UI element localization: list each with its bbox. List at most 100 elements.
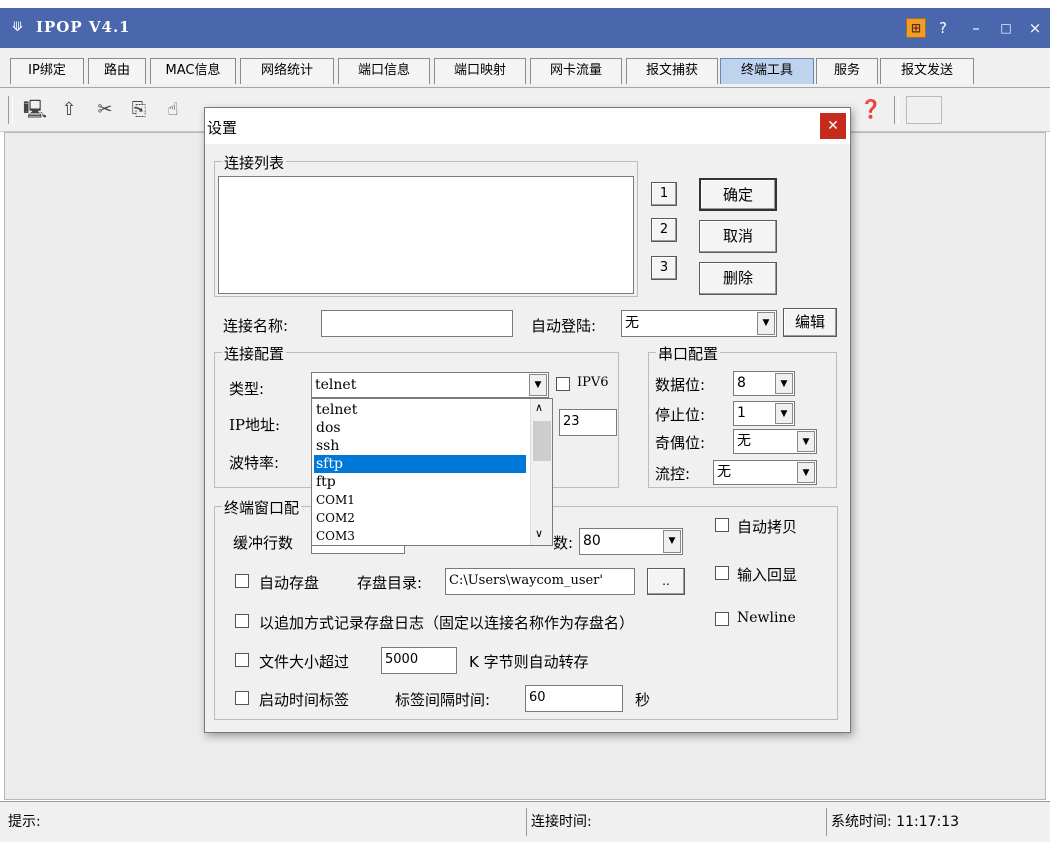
type-option-dos[interactable]: dos: [314, 419, 526, 437]
type-option-telnet[interactable]: telnet: [314, 401, 526, 419]
type-option-sftp[interactable]: sftp: [314, 455, 526, 473]
tab-port-info[interactable]: 端口信息: [338, 58, 430, 84]
tab-service[interactable]: 服务: [816, 58, 878, 84]
dialog-title: 设置: [207, 119, 238, 137]
ok-button[interactable]: 确定: [699, 178, 777, 211]
cut-icon[interactable]: ✂: [92, 98, 118, 122]
file-size-suffix: K 字节则自动转存: [469, 653, 589, 671]
type-select[interactable]: telnet ▼: [311, 372, 549, 398]
port-input[interactable]: 23: [559, 409, 617, 436]
type-option-ssh[interactable]: ssh: [314, 437, 526, 455]
upload-icon[interactable]: ⇧: [56, 98, 82, 122]
system-time-label: 系统时间:: [831, 814, 892, 830]
save-dir-input[interactable]: C:\Users\waycom_user': [445, 568, 635, 595]
type-value: telnet: [315, 377, 357, 393]
data-bits-select[interactable]: 8 ▼: [733, 371, 795, 396]
timestamp-checkbox[interactable]: [235, 691, 249, 705]
columns-select[interactable]: 80 ▼: [579, 528, 683, 555]
system-time-value: 11:17:13: [896, 814, 960, 830]
auto-copy-checkbox[interactable]: [715, 518, 729, 532]
auto-login-value: 无: [625, 315, 639, 331]
scroll-down-icon[interactable]: ∨: [535, 527, 543, 540]
dropdown-scrollbar[interactable]: ∧ ∨: [530, 399, 552, 545]
connection-1-button[interactable]: 1: [651, 182, 677, 206]
parity-select[interactable]: 无 ▼: [733, 429, 817, 454]
auto-save-label: 自动存盘: [259, 574, 320, 592]
connection-name-input[interactable]: [321, 310, 513, 337]
browse-button[interactable]: ..: [647, 568, 685, 595]
chevron-down-icon: ▼: [757, 312, 775, 335]
data-bits-value: 8: [737, 375, 746, 391]
help-button[interactable]: ?: [932, 17, 954, 39]
tab-terminal-tool[interactable]: 终端工具: [720, 58, 814, 84]
edit-button[interactable]: 编辑: [783, 308, 837, 337]
type-label: 类型:: [229, 380, 265, 398]
connection-3-button[interactable]: 3: [651, 256, 677, 280]
serial-config-legend: 串口配置: [656, 343, 721, 364]
status-connection-time: 连接时间:: [526, 808, 820, 836]
tab-net-stats[interactable]: 网络统计: [240, 58, 334, 84]
app-title: IPOP V4.1: [36, 18, 131, 36]
append-log-checkbox[interactable]: [235, 614, 249, 628]
interval-input[interactable]: 60: [525, 685, 623, 712]
input-echo-checkbox[interactable]: [715, 566, 729, 580]
tab-port-mapping[interactable]: 端口映射: [434, 58, 526, 84]
flow-control-select[interactable]: 无 ▼: [713, 460, 817, 485]
about-icon[interactable]: ⊞: [906, 18, 926, 38]
interval-unit: 秒: [635, 691, 651, 709]
tab-nic-traffic[interactable]: 网卡流量: [530, 58, 622, 84]
cancel-button[interactable]: 取消: [699, 220, 777, 253]
tab-ip-binding[interactable]: IP绑定: [10, 58, 84, 84]
chevron-down-icon: ▼: [663, 530, 681, 553]
type-dropdown-list[interactable]: telnet dos ssh sftp ftp COM1 COM2 COM3 ∧…: [311, 398, 553, 546]
minimize-button[interactable]: –: [965, 17, 987, 39]
toolbar-grip: [8, 96, 13, 124]
auto-login-label: 自动登陆:: [531, 317, 597, 335]
connection-listbox[interactable]: [218, 176, 634, 294]
tab-packet-send[interactable]: 报文发送: [880, 58, 974, 84]
auto-save-checkbox[interactable]: [235, 574, 249, 588]
stop-bits-label: 停止位:: [655, 406, 706, 424]
type-option-com1[interactable]: COM1: [314, 491, 526, 509]
copy-icon[interactable]: ⎘: [126, 98, 152, 122]
title-bar: ⟱ IPOP V4.1 ⊞ ? – □ ×: [0, 8, 1050, 48]
connection-2-button[interactable]: 2: [651, 218, 677, 242]
help-icon[interactable]: ❓: [858, 98, 884, 122]
ipv6-checkbox[interactable]: [556, 377, 570, 391]
close-button[interactable]: ×: [1024, 17, 1046, 39]
buffer-lines-label: 缓冲行数: [233, 534, 294, 552]
tab-route[interactable]: 路由: [88, 58, 146, 84]
delete-button[interactable]: 删除: [699, 262, 777, 295]
flow-control-label: 流控:: [655, 465, 691, 483]
save-dir-label: 存盘目录:: [357, 574, 423, 592]
stop-bits-select[interactable]: 1 ▼: [733, 401, 795, 426]
type-option-com2[interactable]: COM2: [314, 509, 526, 527]
new-connection-icon[interactable]: 🖳: [22, 98, 48, 122]
type-option-com3[interactable]: COM3: [314, 527, 526, 543]
tab-mac-info[interactable]: MAC信息: [150, 58, 236, 84]
connection-list-legend: 连接列表: [222, 152, 287, 173]
toolbar-separator: [894, 96, 899, 124]
chevron-down-icon: ▼: [797, 462, 815, 483]
dialog-close-button[interactable]: ✕: [820, 113, 846, 139]
hand-icon[interactable]: ☝: [160, 98, 186, 122]
parity-value: 无: [737, 433, 751, 449]
scroll-thumb[interactable]: [533, 421, 551, 461]
stop-bits-value: 1: [737, 405, 746, 421]
tab-packet-capture[interactable]: 报文捕获: [626, 58, 718, 84]
columns-label: 数:: [553, 534, 574, 552]
scroll-up-icon[interactable]: ∧: [535, 401, 543, 414]
toolbar-blank-box: [906, 96, 942, 124]
tab-bar: IP绑定 路由 MAC信息 网络统计 端口信息 端口映射 网卡流量 报文捕获 终…: [0, 48, 1050, 88]
file-size-input[interactable]: 5000: [381, 647, 457, 674]
append-log-label: 以追加方式记录存盘日志（固定以连接名称作为存盘名）: [259, 614, 635, 632]
file-size-checkbox[interactable]: [235, 653, 249, 667]
auto-login-select[interactable]: 无 ▼: [621, 310, 777, 337]
baud-rate-label: 波特率:: [229, 454, 280, 472]
type-option-ftp[interactable]: ftp: [314, 473, 526, 491]
parity-label: 奇偶位:: [655, 434, 706, 452]
chevron-down-icon: ▼: [775, 403, 793, 424]
newline-checkbox[interactable]: [715, 612, 729, 626]
interval-label: 标签间隔时间:: [395, 691, 491, 709]
maximize-button[interactable]: □: [995, 17, 1017, 39]
